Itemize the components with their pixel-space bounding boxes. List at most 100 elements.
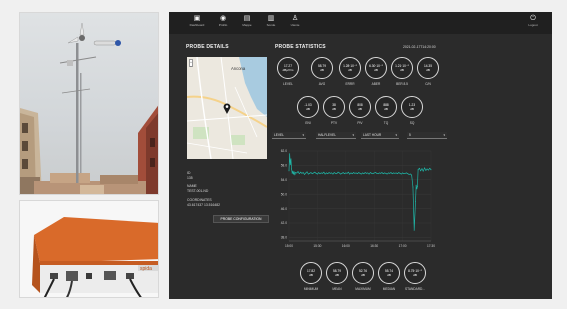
chevron-down-icon: ▾: [352, 133, 354, 137]
stat-circle-avg: 58.79 dB: [311, 57, 333, 79]
nav-label: Utente: [290, 23, 300, 27]
level-data-point: [362, 172, 364, 174]
level-data-point: [417, 185, 418, 187]
level-data-point: [421, 168, 423, 170]
time-range-select[interactable]: LAST HOUR ▾: [361, 132, 399, 139]
nav-label: Dashboard: [189, 23, 205, 27]
level-data-point: [288, 170, 290, 172]
metric-select[interactable]: LEVEL ▾: [272, 132, 306, 139]
level-data-point: [360, 173, 362, 175]
level-data-point: [430, 169, 432, 171]
level-data-point: [415, 184, 417, 186]
level-data-point: [415, 200, 416, 202]
level-data-point: [389, 172, 391, 174]
level-data-point: [406, 172, 407, 174]
level-data-point: [310, 172, 312, 174]
id-label: ID: [187, 171, 191, 175]
chevron-down-icon: ▾: [302, 133, 304, 137]
level-data-point: [295, 172, 296, 174]
probe-location-map[interactable]: + − Ancona: [187, 57, 267, 159]
level-data-point: [425, 169, 427, 171]
level-data-point: [290, 158, 292, 160]
level-data-point: [402, 172, 404, 174]
resolution-select[interactable]: HALFLEVEL ▾: [316, 132, 356, 139]
level-data-point: [413, 229, 415, 231]
stat-unit: dB: [306, 106, 310, 111]
level-data-point: [382, 173, 384, 175]
y-tick-label: 62.0: [281, 149, 287, 153]
level-data-point: [385, 172, 387, 174]
stat-unit: dB: [358, 106, 362, 111]
level-data-point: [344, 173, 345, 175]
x-tick-label: 17:00: [399, 244, 407, 248]
level-data-point: [328, 172, 330, 174]
level-data-point: [351, 173, 353, 175]
level-data-point: [318, 172, 320, 174]
level-data-point: [336, 173, 338, 175]
level-data-point: [342, 172, 344, 174]
top-nav-bar: ▣ Dashboard ◉ Profilo ▤ Mappe ▥ Sonde ♙ …: [169, 12, 552, 34]
y-tick-label: 50.0: [281, 192, 287, 196]
map-pin-icon[interactable]: [223, 103, 231, 114]
level-data-point: [353, 172, 354, 174]
level-data-point: [367, 172, 369, 174]
level-data-point: [359, 172, 361, 174]
stat-label-avg: AVG: [318, 82, 326, 86]
nav-sonde[interactable]: ▥ Sonde: [259, 14, 283, 32]
level-data-point: [399, 172, 401, 174]
stat-unit: dB: [413, 272, 417, 277]
map-icon: ▤: [243, 15, 251, 22]
level-data-point: [325, 172, 327, 174]
level-data-point: [327, 173, 329, 175]
x-tick-label: 16:00: [342, 244, 350, 248]
level-data-point: [338, 172, 340, 174]
stat-unit: dB: [361, 272, 365, 277]
coordinates-label: COORDINATES: [187, 198, 212, 202]
level-data-point: [404, 172, 406, 174]
chevron-down-icon: ▾: [395, 133, 397, 137]
level-data-point: [320, 172, 322, 174]
stat-unit: dB: [320, 67, 324, 72]
name-label: NAME: [187, 184, 197, 188]
level-data-point: [306, 171, 308, 173]
level-data-point: [315, 172, 317, 174]
wind-turbine-antenna-photo: [19, 12, 159, 195]
level-data-point: [394, 172, 396, 174]
level-data-point: [329, 172, 331, 174]
level-line-chart[interactable]: 62.0 58.0 54.0 50.0 46.0 42.0 38.0 15:00 15:30 16…: [271, 145, 439, 253]
probe-statistics-title: PROBE STATISTICS: [275, 44, 326, 50]
nav-utente[interactable]: ♙ Utente: [283, 14, 307, 32]
interval-select[interactable]: 5 ▾: [407, 132, 447, 139]
level-data-point: [375, 172, 376, 174]
stat-unit: dB: [309, 272, 313, 277]
level-data-point: [358, 172, 360, 174]
level-data-point: [316, 173, 318, 175]
stat-unit: dB: [332, 106, 336, 111]
stat-circle-aber: 6.30·10⁻⁵ dB: [365, 57, 387, 79]
level-data-point: [387, 172, 389, 174]
level-data-point: [377, 173, 379, 175]
level-data-point: [305, 172, 307, 174]
level-data-point: [412, 186, 414, 188]
stat-unit: dB: [384, 106, 388, 111]
svg-text:spida: spida: [140, 266, 152, 272]
level-data-point: [418, 167, 420, 169]
stat-unit: dB: [374, 67, 378, 72]
probe-configuration-button[interactable]: PROBE CONFIGURATION: [213, 215, 269, 223]
nav-mappe[interactable]: ▤ Mappe: [235, 14, 259, 32]
summary-circle-minimum: 17.82 dB: [300, 262, 322, 284]
level-data-point: [398, 172, 400, 174]
logout-button[interactable]: ⏻ Logout: [521, 14, 545, 32]
nav-dashboard[interactable]: ▣ Dashboard: [185, 14, 209, 32]
level-data-point: [333, 172, 335, 174]
level-data-point: [396, 173, 398, 175]
summary-circle-maximum: 52.76 dB: [352, 262, 374, 284]
level-data-point: [395, 172, 397, 174]
nav-label: Mappe: [242, 23, 252, 27]
nav-profilo[interactable]: ◉ Profilo: [211, 14, 235, 32]
level-data-point: [289, 164, 291, 166]
level-data-point: [292, 170, 294, 172]
map-zoom-control[interactable]: + −: [189, 59, 193, 68]
stat-circle-tq: 888 dB: [375, 96, 397, 118]
level-data-point: [386, 173, 388, 175]
